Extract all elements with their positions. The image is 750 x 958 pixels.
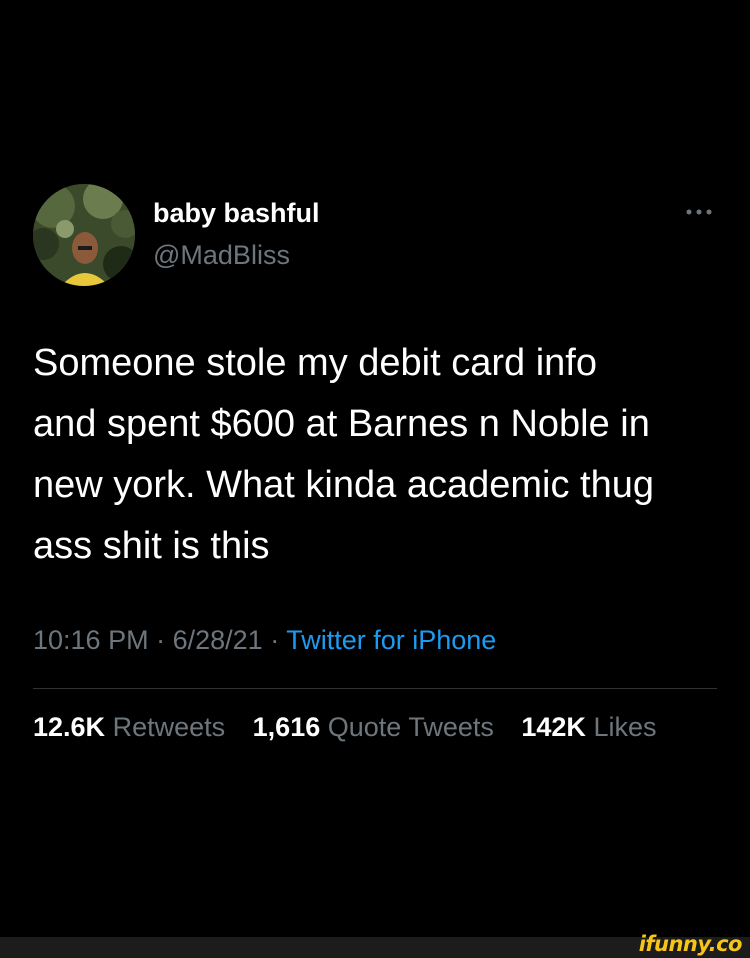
tweet-text-line: ass shit is this bbox=[33, 525, 270, 567]
tweet-stats: 12.6K Retweets 1,616 Quote Tweets 142K L… bbox=[33, 712, 676, 743]
likes-count: 142K bbox=[521, 712, 586, 742]
tweet-text-line: Someone stole my debit card info bbox=[33, 342, 597, 384]
watermark-bar bbox=[0, 937, 750, 958]
tweet-text-line: and spent $600 at Barnes n Noble in bbox=[33, 403, 650, 445]
retweets-count: 12.6K bbox=[33, 712, 106, 742]
divider bbox=[33, 688, 717, 689]
quote-tweets-stat[interactable]: 1,616 Quote Tweets bbox=[253, 712, 494, 743]
retweets-stat[interactable]: 12.6K Retweets bbox=[33, 712, 225, 743]
likes-label: Likes bbox=[593, 712, 657, 742]
meta-separator: · bbox=[270, 625, 280, 655]
quote-tweets-count: 1,616 bbox=[252, 712, 321, 742]
tweet-text: Someone stole my debit card info and spe… bbox=[33, 333, 723, 577]
user-handle[interactable]: @MadBliss bbox=[153, 240, 290, 271]
quote-tweets-label: Quote Tweets bbox=[327, 712, 494, 742]
avatar[interactable] bbox=[33, 184, 135, 286]
retweets-label: Retweets bbox=[112, 712, 226, 742]
more-horizontal-icon[interactable] bbox=[684, 202, 714, 222]
meta-separator: · bbox=[156, 625, 166, 655]
tweet-card: baby bashful @MadBliss Someone stole my … bbox=[0, 0, 750, 958]
ifunny-watermark: ifunny.co bbox=[638, 932, 743, 956]
tweet-meta: 10:16 PM · 6/28/21 · Twitter for iPhone bbox=[33, 625, 496, 656]
avatar-image bbox=[33, 184, 135, 286]
tweet-source-link[interactable]: Twitter for iPhone bbox=[286, 625, 496, 655]
likes-stat[interactable]: 142K Likes bbox=[521, 712, 656, 743]
tweet-date[interactable]: 6/28/21 bbox=[173, 625, 263, 655]
display-name[interactable]: baby bashful bbox=[153, 198, 320, 229]
tweet-time[interactable]: 10:16 PM bbox=[33, 625, 149, 655]
tweet-text-line: new york. What kinda academic thug bbox=[33, 464, 654, 506]
